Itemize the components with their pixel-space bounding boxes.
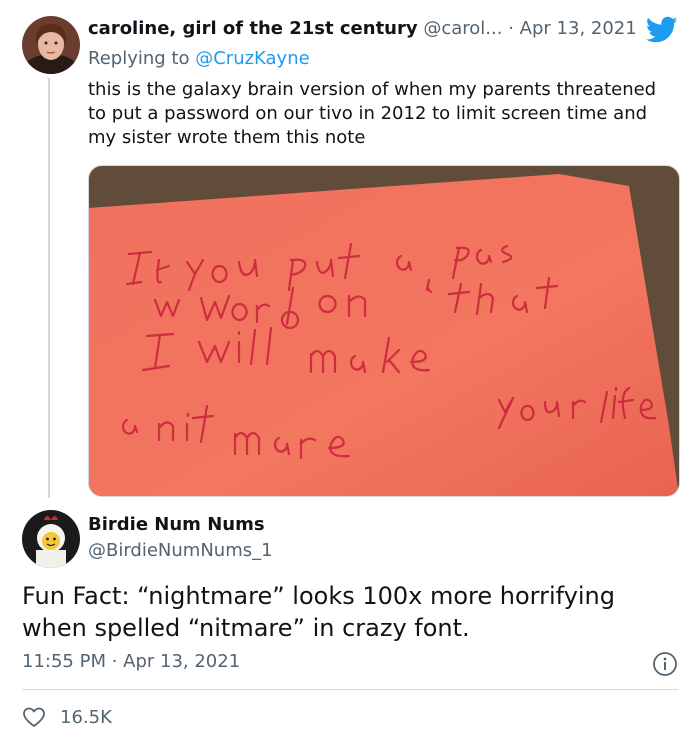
divider [22,689,678,690]
replying-to-label: Replying to [88,48,190,69]
tweet1-separator: · [508,18,514,39]
tweet1-date[interactable]: Apr 13, 2021 [520,18,637,39]
twitter-bird-icon [645,16,678,44]
tweet2-timestamp[interactable]: 11:55 PM · Apr 13, 2021 [22,651,240,672]
replying-to-mention[interactable]: @CruzKayne [195,48,309,69]
tweet1-handle[interactable]: @carol... [423,18,502,39]
like-button[interactable]: 16.5K [22,704,112,730]
like-count: 16.5K [60,706,112,728]
birdie-avatar[interactable] [22,510,80,568]
tweet2-handle[interactable]: @BirdieNumNums_1 [88,540,273,561]
tweet2-text: Fun Fact: “nightmare” looks 100x more ho… [22,582,616,642]
tweet2-display-name[interactable]: Birdie Num Nums [88,514,265,535]
caroline-avatar[interactable] [22,16,80,74]
info-icon[interactable] [652,651,678,677]
replying-to: Replying to @CruzKayne [88,48,310,69]
tweet1-photo[interactable] [88,165,680,497]
tweet1-text: this is the galaxy brain version of when… [88,79,657,148]
thread-line [48,78,50,498]
tweet1-display-name[interactable]: caroline, girl of the 21st century [88,18,418,39]
heart-icon [22,706,46,728]
tweet1-header: caroline, girl of the 21st century @caro… [88,18,637,39]
